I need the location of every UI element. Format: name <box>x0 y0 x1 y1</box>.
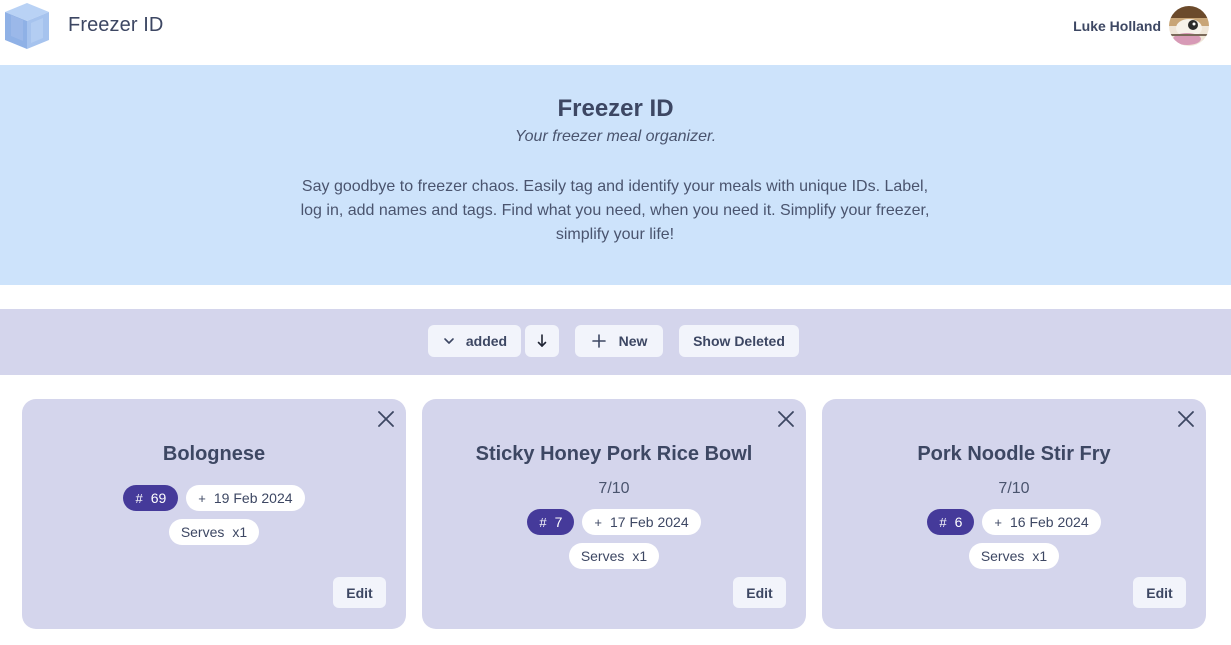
meal-name: Bolognese <box>162 443 266 465</box>
plus-icon: + <box>198 490 206 506</box>
date-chip: + 16 Feb 2024 <box>982 509 1101 535</box>
close-icon[interactable] <box>1176 409 1196 429</box>
avatar[interactable] <box>1169 6 1209 46</box>
date-chip: + 19 Feb 2024 <box>186 485 305 511</box>
id-chip: # 69 <box>123 485 179 511</box>
date-chip: + 17 Feb 2024 <box>582 509 701 535</box>
meal-id: 69 <box>150 490 167 506</box>
hero-title: Freezer ID <box>557 95 674 122</box>
meal-date: 17 Feb 2024 <box>610 514 689 530</box>
close-icon[interactable] <box>776 409 796 429</box>
serves-label: Serves <box>980 548 1025 564</box>
id-chip: # 7 <box>527 509 575 535</box>
meal-rating: 7/10 <box>598 480 630 497</box>
toolbar: added New Show Deleted <box>0 309 1231 375</box>
meal-date: 16 Feb 2024 <box>1010 514 1089 530</box>
hash-icon: # <box>135 490 143 506</box>
meal-name: Pork Noodle Stir Fry <box>917 443 1111 465</box>
edit-button[interactable]: Edit <box>1133 577 1186 608</box>
meal-card[interactable]: Pork Noodle Stir Fry 7/10 # 6 + 16 Feb 2… <box>822 399 1206 629</box>
serves-value: x1 <box>632 548 648 564</box>
sort-button[interactable]: added <box>428 325 521 357</box>
ice-cube-icon[interactable] <box>3 1 51 51</box>
meal-id: 6 <box>954 514 963 530</box>
id-chip: # 6 <box>927 509 975 535</box>
meal-date: 19 Feb 2024 <box>213 490 293 506</box>
sort-label: added <box>465 333 508 349</box>
app-title[interactable]: Freezer ID <box>68 14 163 37</box>
meal-id: 7 <box>554 514 563 530</box>
hero-description: Say goodbye to freezer chaos. Easily tag… <box>300 178 930 243</box>
arrow-down-icon <box>537 334 547 347</box>
show-deleted-button[interactable]: Show Deleted <box>679 325 799 357</box>
hash-icon: # <box>939 514 947 530</box>
plus-icon <box>591 334 606 348</box>
serves-value: x1 <box>232 524 248 540</box>
serves-label: Serves <box>580 548 625 564</box>
edit-button[interactable]: Edit <box>733 577 786 608</box>
show-deleted-label: Show Deleted <box>693 333 785 349</box>
sort-direction-button[interactable] <box>525 325 559 357</box>
new-label: New <box>618 333 648 349</box>
chevron-down-icon <box>444 338 454 344</box>
meal-card[interactable]: Sticky Honey Pork Rice Bowl 7/10 # 7 + 1… <box>422 399 806 629</box>
serves-label: Serves <box>180 524 225 540</box>
serves-chip: Serves x1 <box>568 543 660 569</box>
serves-value: x1 <box>1032 548 1048 564</box>
user-name[interactable]: Luke Holland <box>1073 18 1161 34</box>
meal-name: Sticky Honey Pork Rice Bowl <box>475 443 753 465</box>
hero-banner: Freezer ID Your freezer meal organizer. … <box>0 65 1231 285</box>
meal-rating: 7/10 <box>998 480 1030 497</box>
serves-chip: Serves x1 <box>968 543 1060 569</box>
new-button[interactable]: New <box>575 325 663 357</box>
plus-icon: + <box>994 514 1002 530</box>
top-bar: Freezer ID Luke Holland <box>0 0 1231 65</box>
close-icon[interactable] <box>376 409 396 429</box>
meal-card[interactable]: Bolognese # 69 + 19 Feb 2024 Serves x1 E… <box>22 399 406 629</box>
serves-chip: Serves x1 <box>168 519 260 545</box>
plus-icon: + <box>594 514 602 530</box>
edit-button[interactable]: Edit <box>333 577 386 608</box>
hash-icon: # <box>539 514 547 530</box>
hero-subtitle: Your freezer meal organizer. <box>514 128 717 145</box>
